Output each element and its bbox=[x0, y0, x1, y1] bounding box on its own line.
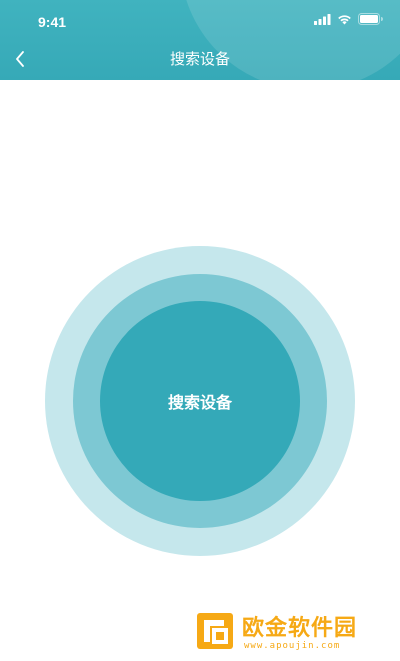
nav-bar: 搜索设备 bbox=[0, 40, 400, 80]
search-device-label: 搜索设备 bbox=[167, 393, 232, 412]
status-time: 9:41 bbox=[38, 14, 67, 30]
search-device-button[interactable]: 搜索设备 bbox=[100, 301, 300, 501]
status-icons bbox=[314, 13, 383, 25]
status-bar: 9:41 bbox=[0, 0, 400, 40]
page-title: 搜索设备 bbox=[169, 50, 230, 68]
signal-icon bbox=[314, 13, 331, 25]
header: 9:41 搜索设备 bbox=[0, 0, 400, 80]
watermark: 欧金软件园 www.apoujin.com bbox=[196, 606, 396, 658]
wifi-icon bbox=[338, 14, 351, 24]
watermark-url: www.apoujin.com bbox=[244, 641, 341, 651]
watermark-text: 欧金软件园 bbox=[242, 616, 358, 641]
battery-icon bbox=[358, 13, 383, 25]
watermark-logo-icon bbox=[197, 613, 233, 649]
search-radar: 搜索设备 bbox=[45, 246, 355, 556]
